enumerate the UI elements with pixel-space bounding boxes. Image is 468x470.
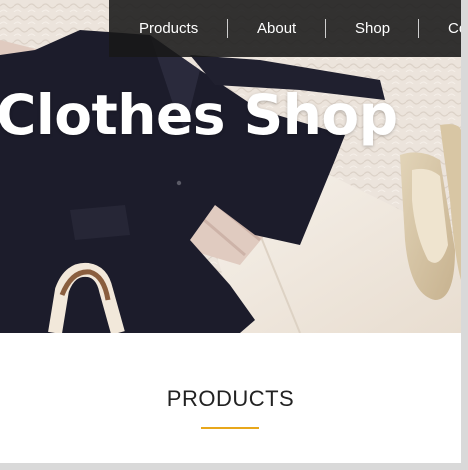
- nav-link-contact[interactable]: Co: [448, 0, 461, 57]
- page-frame: Clothes Shop Products About Shop Co PROD…: [0, 0, 461, 463]
- section-title-underline: [201, 427, 259, 429]
- top-navigation: Products About Shop Co: [109, 0, 461, 57]
- nav-link-about[interactable]: About: [257, 0, 296, 57]
- nav-link-shop[interactable]: Shop: [355, 0, 390, 57]
- nav-divider: [418, 19, 419, 38]
- nav-divider: [325, 19, 326, 38]
- products-section-title: PRODUCTS: [166, 386, 295, 411]
- nav-link-products[interactable]: Products: [139, 0, 198, 57]
- hero-title: Clothes Shop: [0, 83, 398, 147]
- nav-divider: [227, 19, 228, 38]
